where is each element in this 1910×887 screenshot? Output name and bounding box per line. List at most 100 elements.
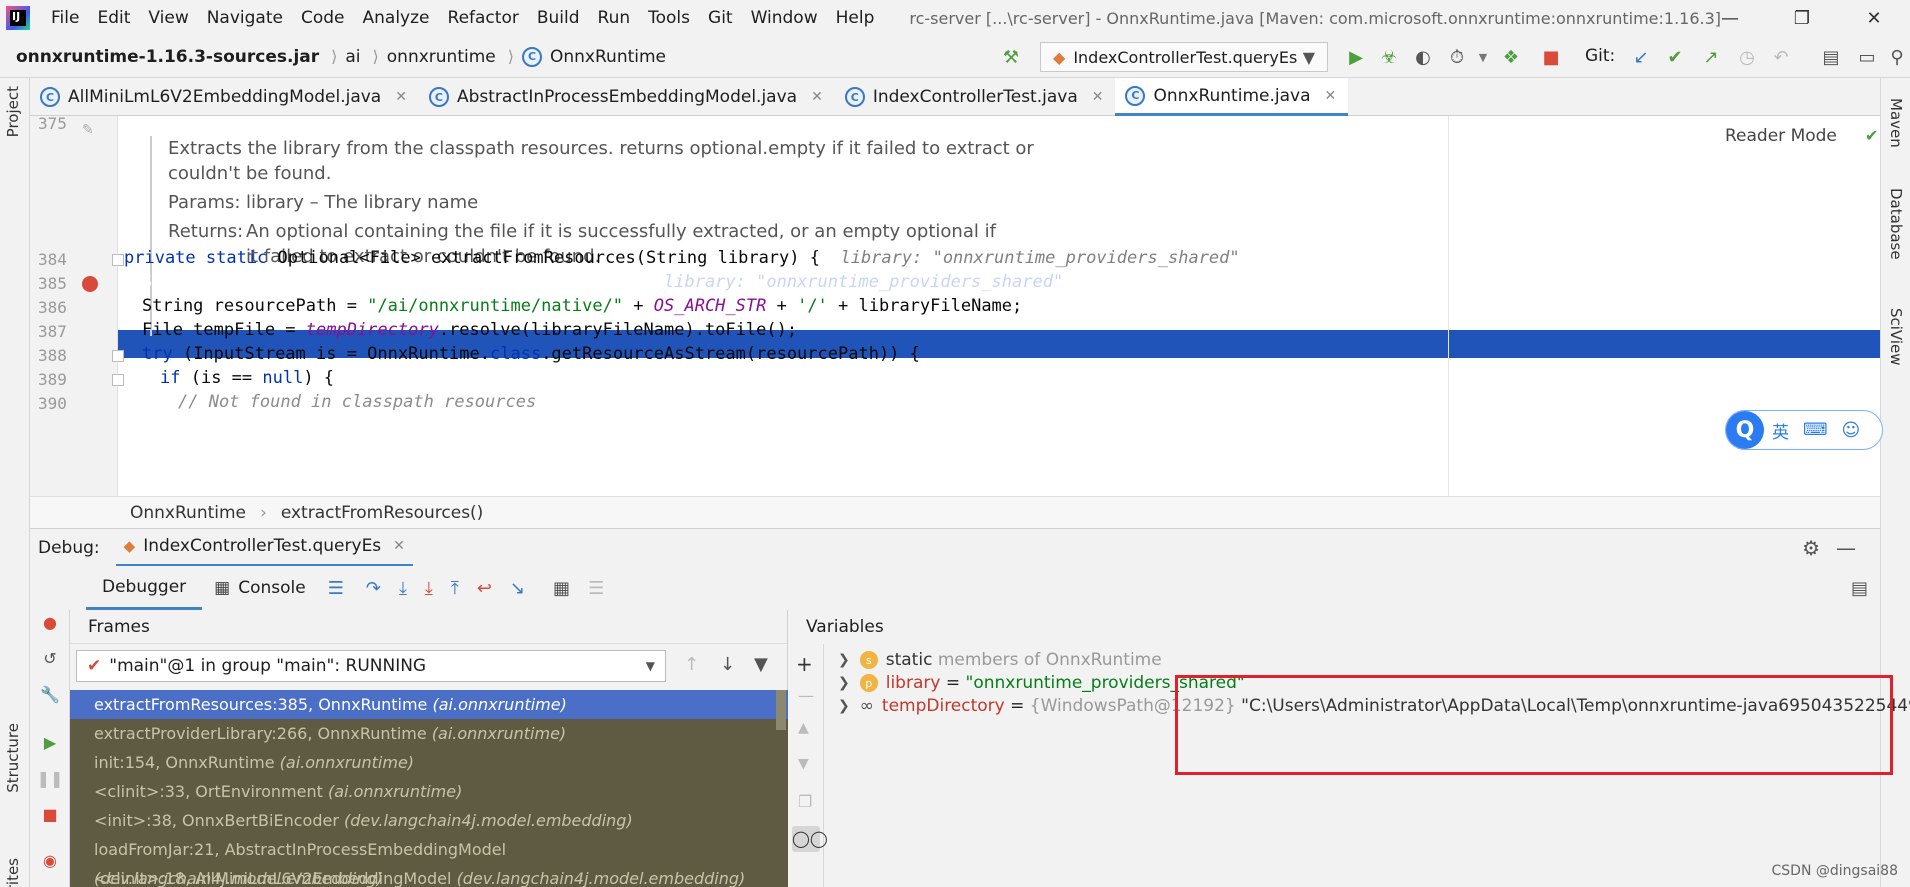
resume-icon[interactable]: ▶ — [40, 732, 60, 752]
reader-mode-toggle[interactable]: Reader Mode — [1725, 126, 1837, 146]
menu-window[interactable]: Window — [742, 0, 827, 36]
rerun-failed-icon[interactable]: ● — [40, 612, 60, 632]
pause-icon[interactable]: ❚❚ — [37, 768, 64, 788]
frame-item[interactable]: <clinit>:33, OrtEnvironment (ai.onnxrunt… — [70, 777, 788, 806]
run-to-cursor-icon[interactable]: ↘ — [510, 578, 525, 599]
gear-icon[interactable]: ⚙ — [1802, 536, 1820, 560]
view-breakpoints-icon[interactable]: ◉ — [40, 850, 60, 870]
profile-icon[interactable]: ⏱ — [1446, 46, 1468, 68]
duplicate-watch-icon[interactable]: ❐ — [798, 792, 812, 811]
menu-build[interactable]: Build — [528, 0, 589, 36]
add-watch-icon[interactable]: + — [796, 652, 813, 676]
maven-tool-tab[interactable]: Maven — [1887, 98, 1905, 148]
favorites-tool-tab[interactable]: rites — [4, 858, 22, 887]
frame-item[interactable]: <init>:38, OnnxBertBiEncoder (dev.langch… — [70, 806, 788, 835]
show-watches-glasses-icon[interactable]: ◯◯ — [792, 826, 828, 852]
keyboard-icon[interactable]: ⌨ — [1803, 420, 1828, 440]
tab-console[interactable]: ▦ Console — [202, 566, 318, 610]
breadcrumb-package-onnxruntime[interactable]: onnxruntime — [387, 47, 496, 67]
layout-list-icon[interactable]: ☰ — [328, 578, 344, 599]
sciview-tool-tab[interactable]: SciView — [1887, 308, 1905, 366]
wrench-icon[interactable]: 🔧 — [40, 684, 60, 704]
restore-icon[interactable]: ❐ — [1766, 0, 1838, 36]
menu-tools[interactable]: Tools — [639, 0, 699, 36]
filter-icon[interactable]: ▼ — [754, 654, 768, 675]
chevron-right-icon[interactable]: ❯ — [838, 675, 850, 691]
breadcrumb-class[interactable]: OnnxRuntime — [130, 503, 246, 523]
breakpoint-icon[interactable] — [82, 276, 98, 292]
frame-item[interactable]: loadFromJar:21, AbstractInProcessEmbeddi… — [70, 835, 788, 887]
debug-session-tab[interactable]: ◆ IndexControllerTest.queryEs ✕ — [115, 529, 413, 567]
structure-tool-tab[interactable]: Structure — [4, 723, 22, 793]
chevron-right-icon[interactable]: ❯ — [838, 652, 850, 668]
frame-item[interactable]: init:154, OnnxRuntime (ai.onnxruntime) — [70, 748, 788, 777]
evaluate-expression-icon[interactable]: ▦ — [553, 578, 570, 599]
build-hammer-icon[interactable]: ⚒ — [1000, 46, 1022, 68]
tab-abstractinprocess[interactable]: C AbstractInProcessEmbeddingModel.java ✕ — [419, 78, 835, 116]
project-tool-tab[interactable]: Project — [4, 86, 22, 137]
chevron-down-icon[interactable]: ▼ — [1472, 46, 1494, 68]
breadcrumb-method[interactable]: extractFromResources() — [281, 503, 484, 523]
step-into-icon[interactable]: ⤓ — [399, 578, 407, 599]
coverage-icon[interactable]: ◐ — [1412, 46, 1434, 68]
debug-bug-icon[interactable]: ☣ — [1378, 46, 1400, 68]
close-icon[interactable]: ✕ — [811, 89, 823, 105]
tab-indexcontrollertest[interactable]: C IndexControllerTest.java ✕ — [835, 78, 1116, 116]
step-over-icon[interactable]: ↷ — [366, 578, 381, 599]
code-editor[interactable]: 375 ✎ 384 385 386 387 388 389 390 Extrac… — [30, 114, 1883, 496]
git-push-icon[interactable]: ↗ — [1700, 46, 1722, 68]
editor-gutter[interactable]: 375 ✎ 384 385 386 387 388 389 390 — [30, 114, 124, 496]
next-frame-icon[interactable]: ↓ — [720, 654, 735, 675]
fold-icon[interactable] — [112, 350, 124, 362]
tab-onnxruntime[interactable]: C OnnxRuntime.java ✕ — [1115, 78, 1349, 116]
thread-select[interactable]: ✔ "main"@1 in group "main": RUNNING ▼ — [76, 650, 666, 682]
menu-code[interactable]: Code — [292, 0, 354, 36]
stop-icon[interactable]: ■ — [1540, 46, 1562, 68]
minimize-icon[interactable]: — — [1694, 0, 1766, 36]
tab-debugger[interactable]: Debugger — [86, 566, 203, 610]
project-structure-icon[interactable]: ▤ — [1820, 46, 1842, 68]
drop-frame-icon[interactable]: ↩ — [477, 578, 492, 599]
step-out-icon[interactable]: ⤒ — [451, 578, 459, 599]
previous-frame-icon[interactable]: ↑ — [684, 654, 699, 675]
menu-git[interactable]: Git — [699, 0, 742, 36]
close-icon[interactable]: ✕ — [1325, 88, 1337, 104]
edit-pencil-icon[interactable]: ✎ — [82, 122, 94, 138]
menu-run[interactable]: Run — [589, 0, 640, 36]
close-icon[interactable]: ✕ — [393, 538, 405, 554]
ime-toolbar[interactable]: Q 英 ⌨ ☺ — [1725, 410, 1883, 450]
close-icon[interactable]: ✕ — [395, 89, 407, 105]
run-configuration-select[interactable]: ◆ IndexControllerTest.queryEs ▼ — [1040, 42, 1328, 72]
emoji-icon[interactable]: ☺ — [1842, 420, 1861, 441]
menu-analyze[interactable]: Analyze — [354, 0, 439, 36]
menu-help[interactable]: Help — [827, 0, 884, 36]
settings-panel-icon[interactable]: ▭ — [1856, 46, 1878, 68]
tab-allminilm[interactable]: C AllMiniLmL6V2EmbeddingModel.java ✕ — [30, 78, 419, 116]
frame-item[interactable]: extractFromResources:385, OnnxRuntime (a… — [70, 690, 788, 719]
git-rollback-icon[interactable]: ↶ — [1770, 46, 1792, 68]
menu-edit[interactable]: Edit — [88, 0, 139, 36]
move-up-icon[interactable]: ▲ — [798, 720, 809, 736]
menu-navigate[interactable]: Navigate — [198, 0, 292, 36]
menu-refactor[interactable]: Refactor — [439, 0, 528, 36]
hide-panel-icon[interactable]: — — [1836, 536, 1856, 560]
menu-view[interactable]: View — [139, 0, 197, 36]
restart-frame-icon[interactable]: ↺ — [40, 648, 60, 668]
remove-watch-icon[interactable]: — — [798, 686, 814, 705]
chevron-right-icon[interactable]: ❯ — [838, 698, 850, 714]
ime-language[interactable]: 英 — [1772, 418, 1789, 443]
breadcrumb-class[interactable]: OnnxRuntime — [550, 47, 666, 67]
menu-file[interactable]: File — [42, 0, 88, 36]
frame-item[interactable]: extractProviderLibrary:266, OnnxRuntime … — [70, 719, 788, 748]
force-step-into-icon[interactable]: ⤓ — [425, 578, 433, 599]
breadcrumb-jar[interactable]: onnxruntime-1.16.3-sources.jar — [16, 47, 319, 67]
variable-row-static[interactable]: ❯ s static members of OnnxRuntime — [838, 650, 1162, 670]
fold-icon[interactable] — [112, 254, 124, 266]
run-icon[interactable]: ▶ — [1345, 46, 1367, 68]
inspection-ok-icon[interactable]: ✔ — [1865, 126, 1878, 145]
trace-stream-icon[interactable]: ☰ — [588, 578, 604, 599]
close-icon[interactable]: ✕ — [1838, 0, 1910, 36]
move-down-icon[interactable]: ▼ — [798, 756, 809, 772]
attach-debugger-icon[interactable]: ❖ — [1500, 46, 1522, 68]
git-commit-icon[interactable]: ✔ — [1664, 46, 1686, 68]
